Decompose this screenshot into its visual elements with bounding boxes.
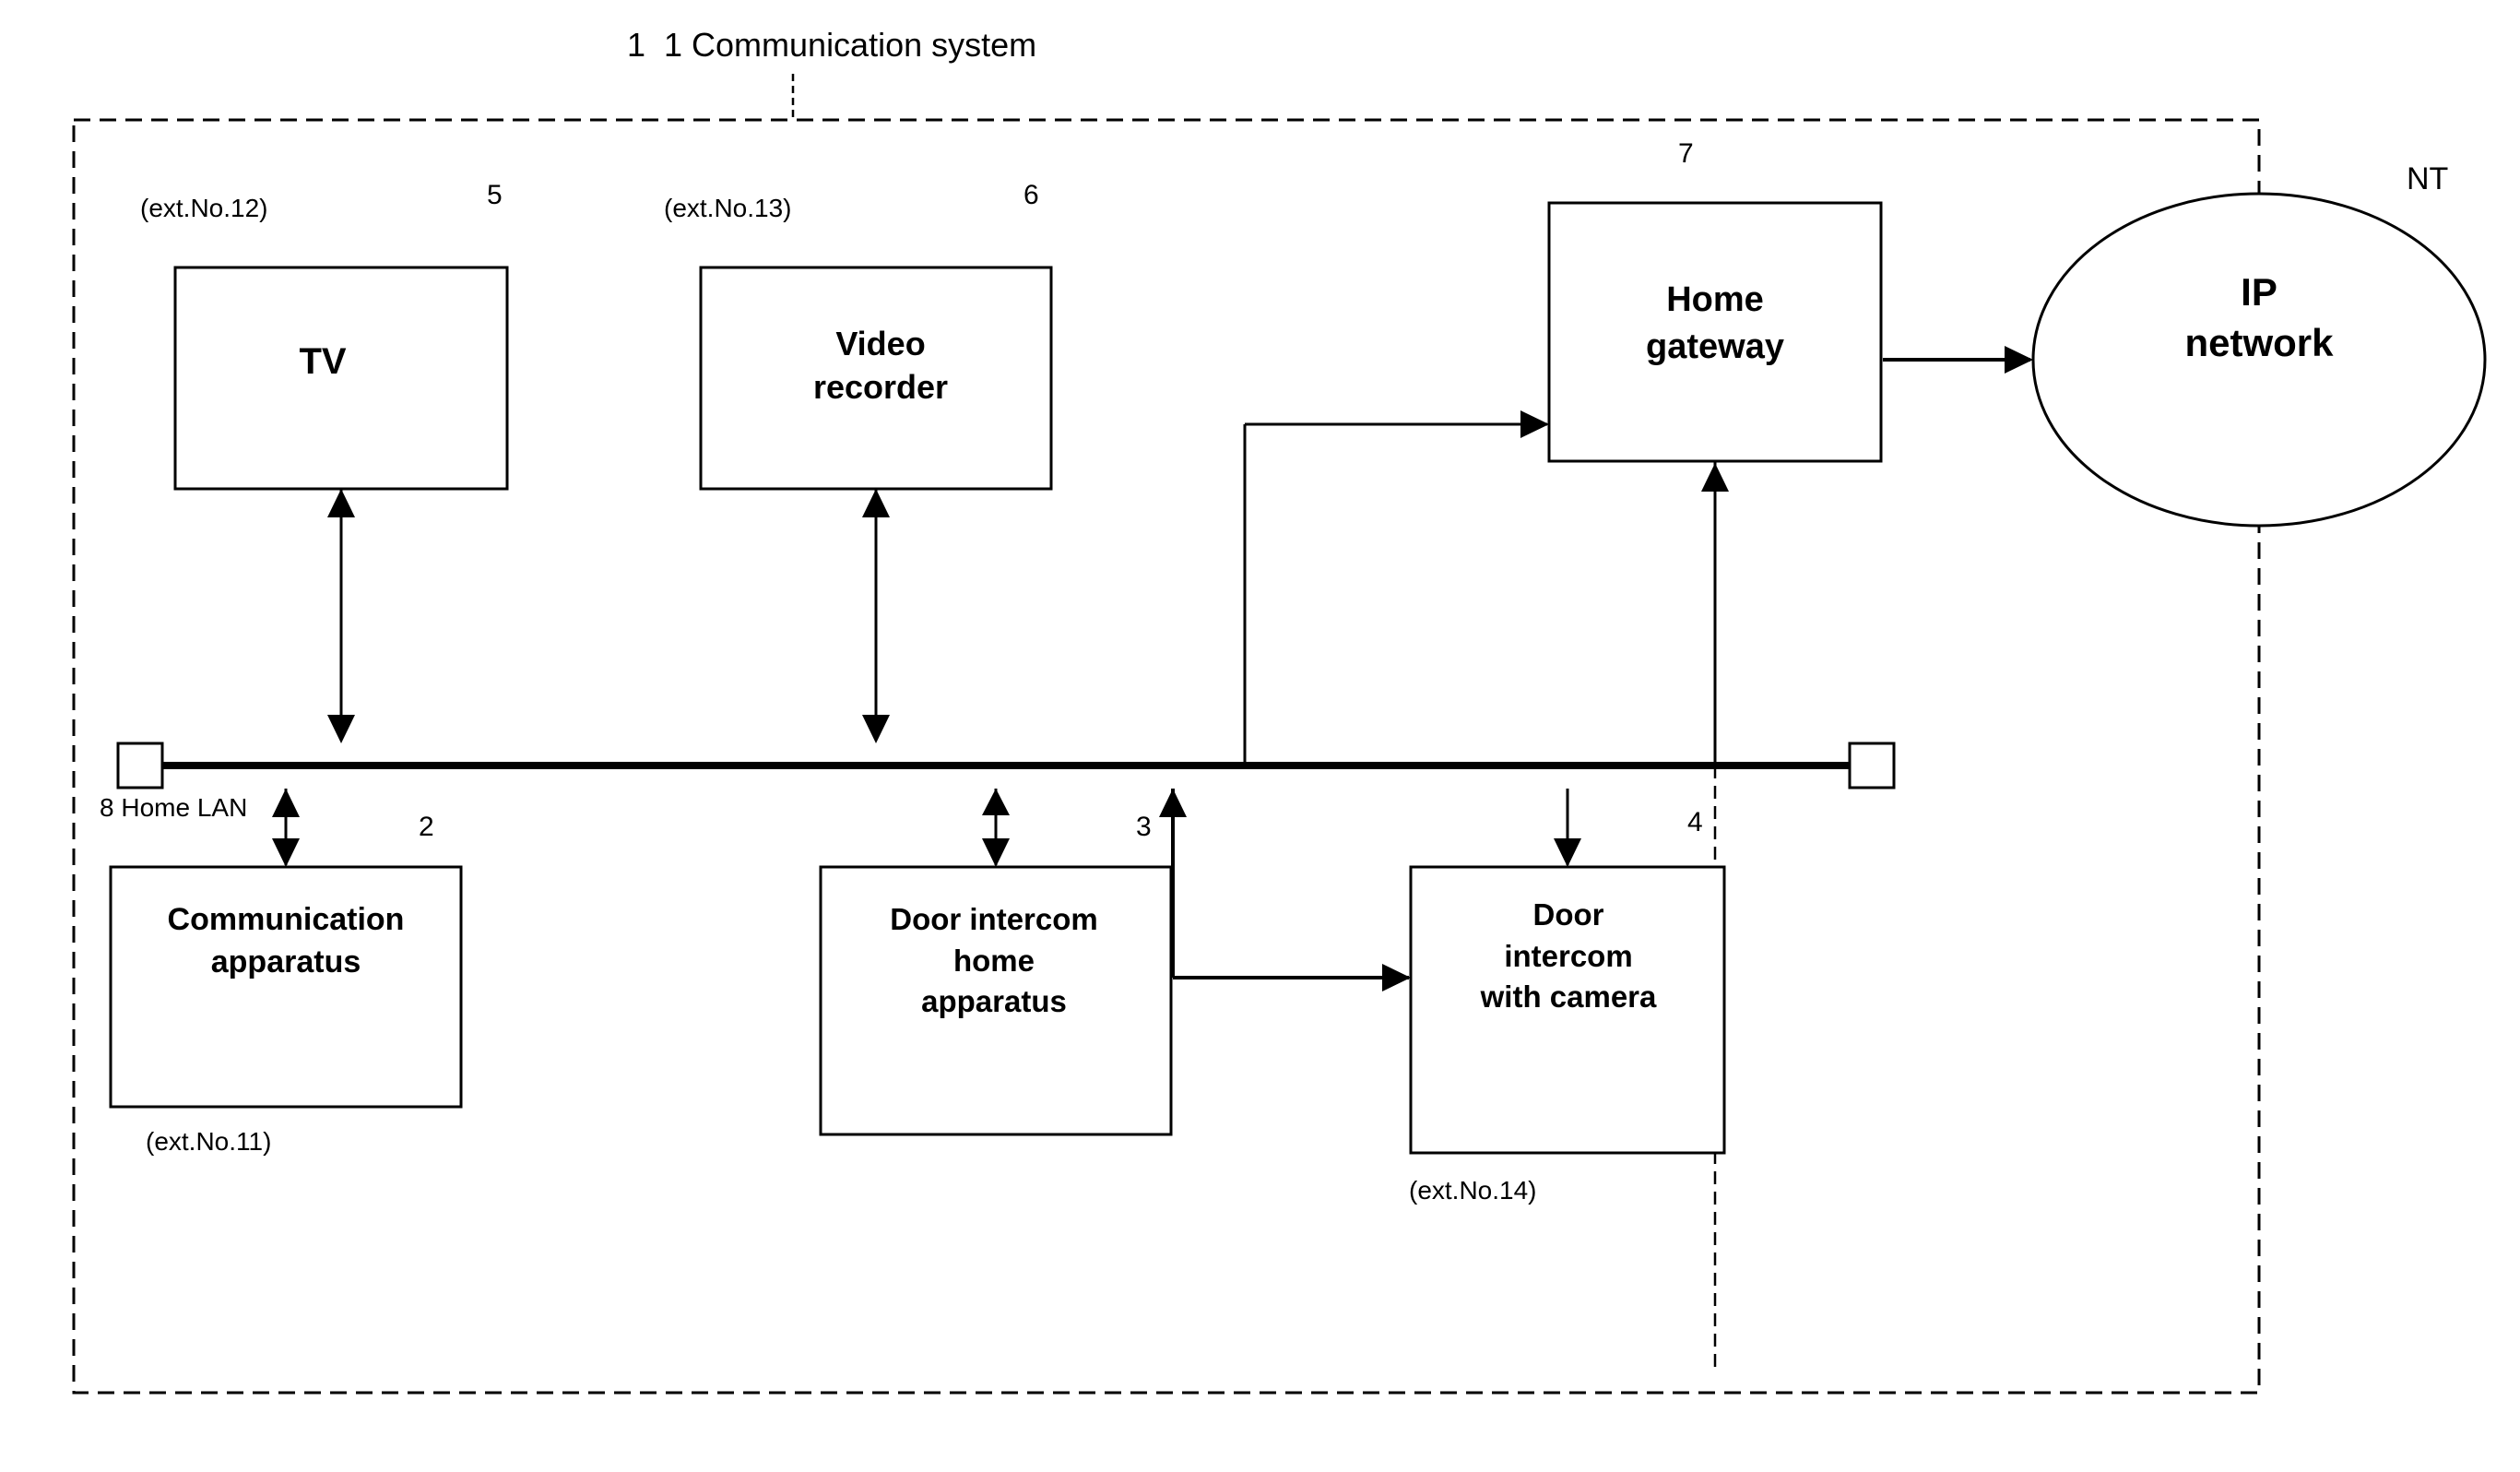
lan-to-gateway-horiz-arrow [1520,410,1549,438]
vr-label: Videorecorder [728,323,1033,410]
door-camera-ext: (ext.No.14) [1409,1176,1537,1205]
vr-to-lan-arrow-up [862,489,890,517]
lan-to-camera-arrow [1554,838,1581,867]
nt-label: NT [2407,161,2448,197]
lan-terminal-right [1850,743,1894,788]
tv-label: TV [249,341,396,383]
lan-terminal-left [118,743,162,788]
comm-app-number: 2 [419,812,434,843]
tv-ext: (ext.No.12) [140,194,268,223]
lan-to-comm-arrow [272,838,300,867]
vr-ext: (ext.No.13) [664,194,792,223]
diagram: 1 1 Communication system 5 (ext.No.12) T… [0,0,2520,1472]
diagram-svg [0,0,2520,1472]
comm-app-label: Communicationapparatus [120,899,452,984]
tv-to-lan-arrow-up [327,489,355,517]
vr-number: 6 [1023,180,1039,211]
title-text: 1 Communication system [664,26,1036,65]
door-camera-number: 4 [1687,807,1703,838]
tv-number: 5 [487,180,503,211]
gateway-number: 7 [1678,138,1694,170]
door-camera-label: Doorintercomwith camera [1407,895,1730,1018]
home-lan-label: 8 Home LAN [100,793,247,823]
ip-network-label: IPnetwork [2139,267,2379,368]
lan-to-door-home-arrow-up [982,789,1010,815]
tv-to-lan-arrow-down [327,715,355,743]
door-home-number: 3 [1136,812,1152,843]
door-home-label: Door intercomhomeapparatus [819,899,1169,1023]
gateway-label: Homegateway [1558,277,1872,372]
door-home-vert-arrow [1159,789,1187,817]
gateway-to-ip-arrow [2005,346,2033,374]
lan-to-door-home-arrow-down [982,838,1010,867]
comm-app-ext: (ext.No.11) [146,1127,271,1157]
vr-to-lan-arrow-down [862,715,890,743]
comm-to-lan-arrow [272,789,300,817]
title-label: 1 [627,26,645,65]
